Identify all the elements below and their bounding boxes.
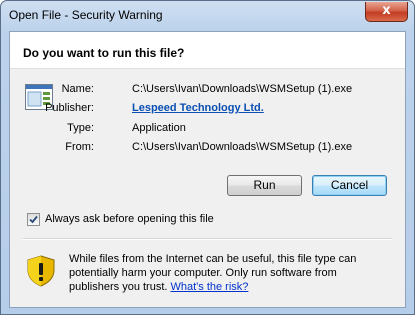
- type-value: Application: [132, 122, 186, 134]
- warning-message: While files from the Internet can be use…: [69, 252, 389, 294]
- from-label: From:: [65, 141, 94, 153]
- dialog-body: Do you want to run this file? Name: C:\U…: [9, 31, 406, 308]
- divider: [23, 238, 392, 240]
- shield-warning-icon: [27, 255, 55, 287]
- header-band: Do you want to run this file?: [10, 32, 405, 69]
- name-label: Name:: [61, 83, 94, 95]
- cancel-button[interactable]: Cancel: [312, 175, 387, 196]
- publisher-link[interactable]: Lespeed Technology Ltd.: [132, 102, 264, 114]
- always-ask-checkbox[interactable]: [27, 213, 40, 226]
- whats-the-risk-link[interactable]: What's the risk?: [171, 281, 249, 293]
- checkmark-icon: [29, 215, 38, 224]
- name-value: C:\Users\Ivan\Downloads\WSMSetup (1).exe: [132, 83, 353, 95]
- publisher-label: Publisher:: [45, 102, 94, 114]
- security-warning-dialog: Open File - Security Warning x Do you wa…: [0, 0, 415, 315]
- always-ask-label[interactable]: Always ask before opening this file: [45, 213, 214, 225]
- close-icon: x: [382, 3, 391, 18]
- window-title: Open File - Security Warning: [9, 8, 163, 22]
- close-button[interactable]: x: [365, 2, 408, 22]
- from-value: C:\Users\Ivan\Downloads\WSMSetup (1).exe: [132, 141, 353, 153]
- type-label: Type:: [67, 122, 94, 134]
- run-button[interactable]: Run: [227, 175, 302, 196]
- dialog-question: Do you want to run this file?: [23, 46, 185, 60]
